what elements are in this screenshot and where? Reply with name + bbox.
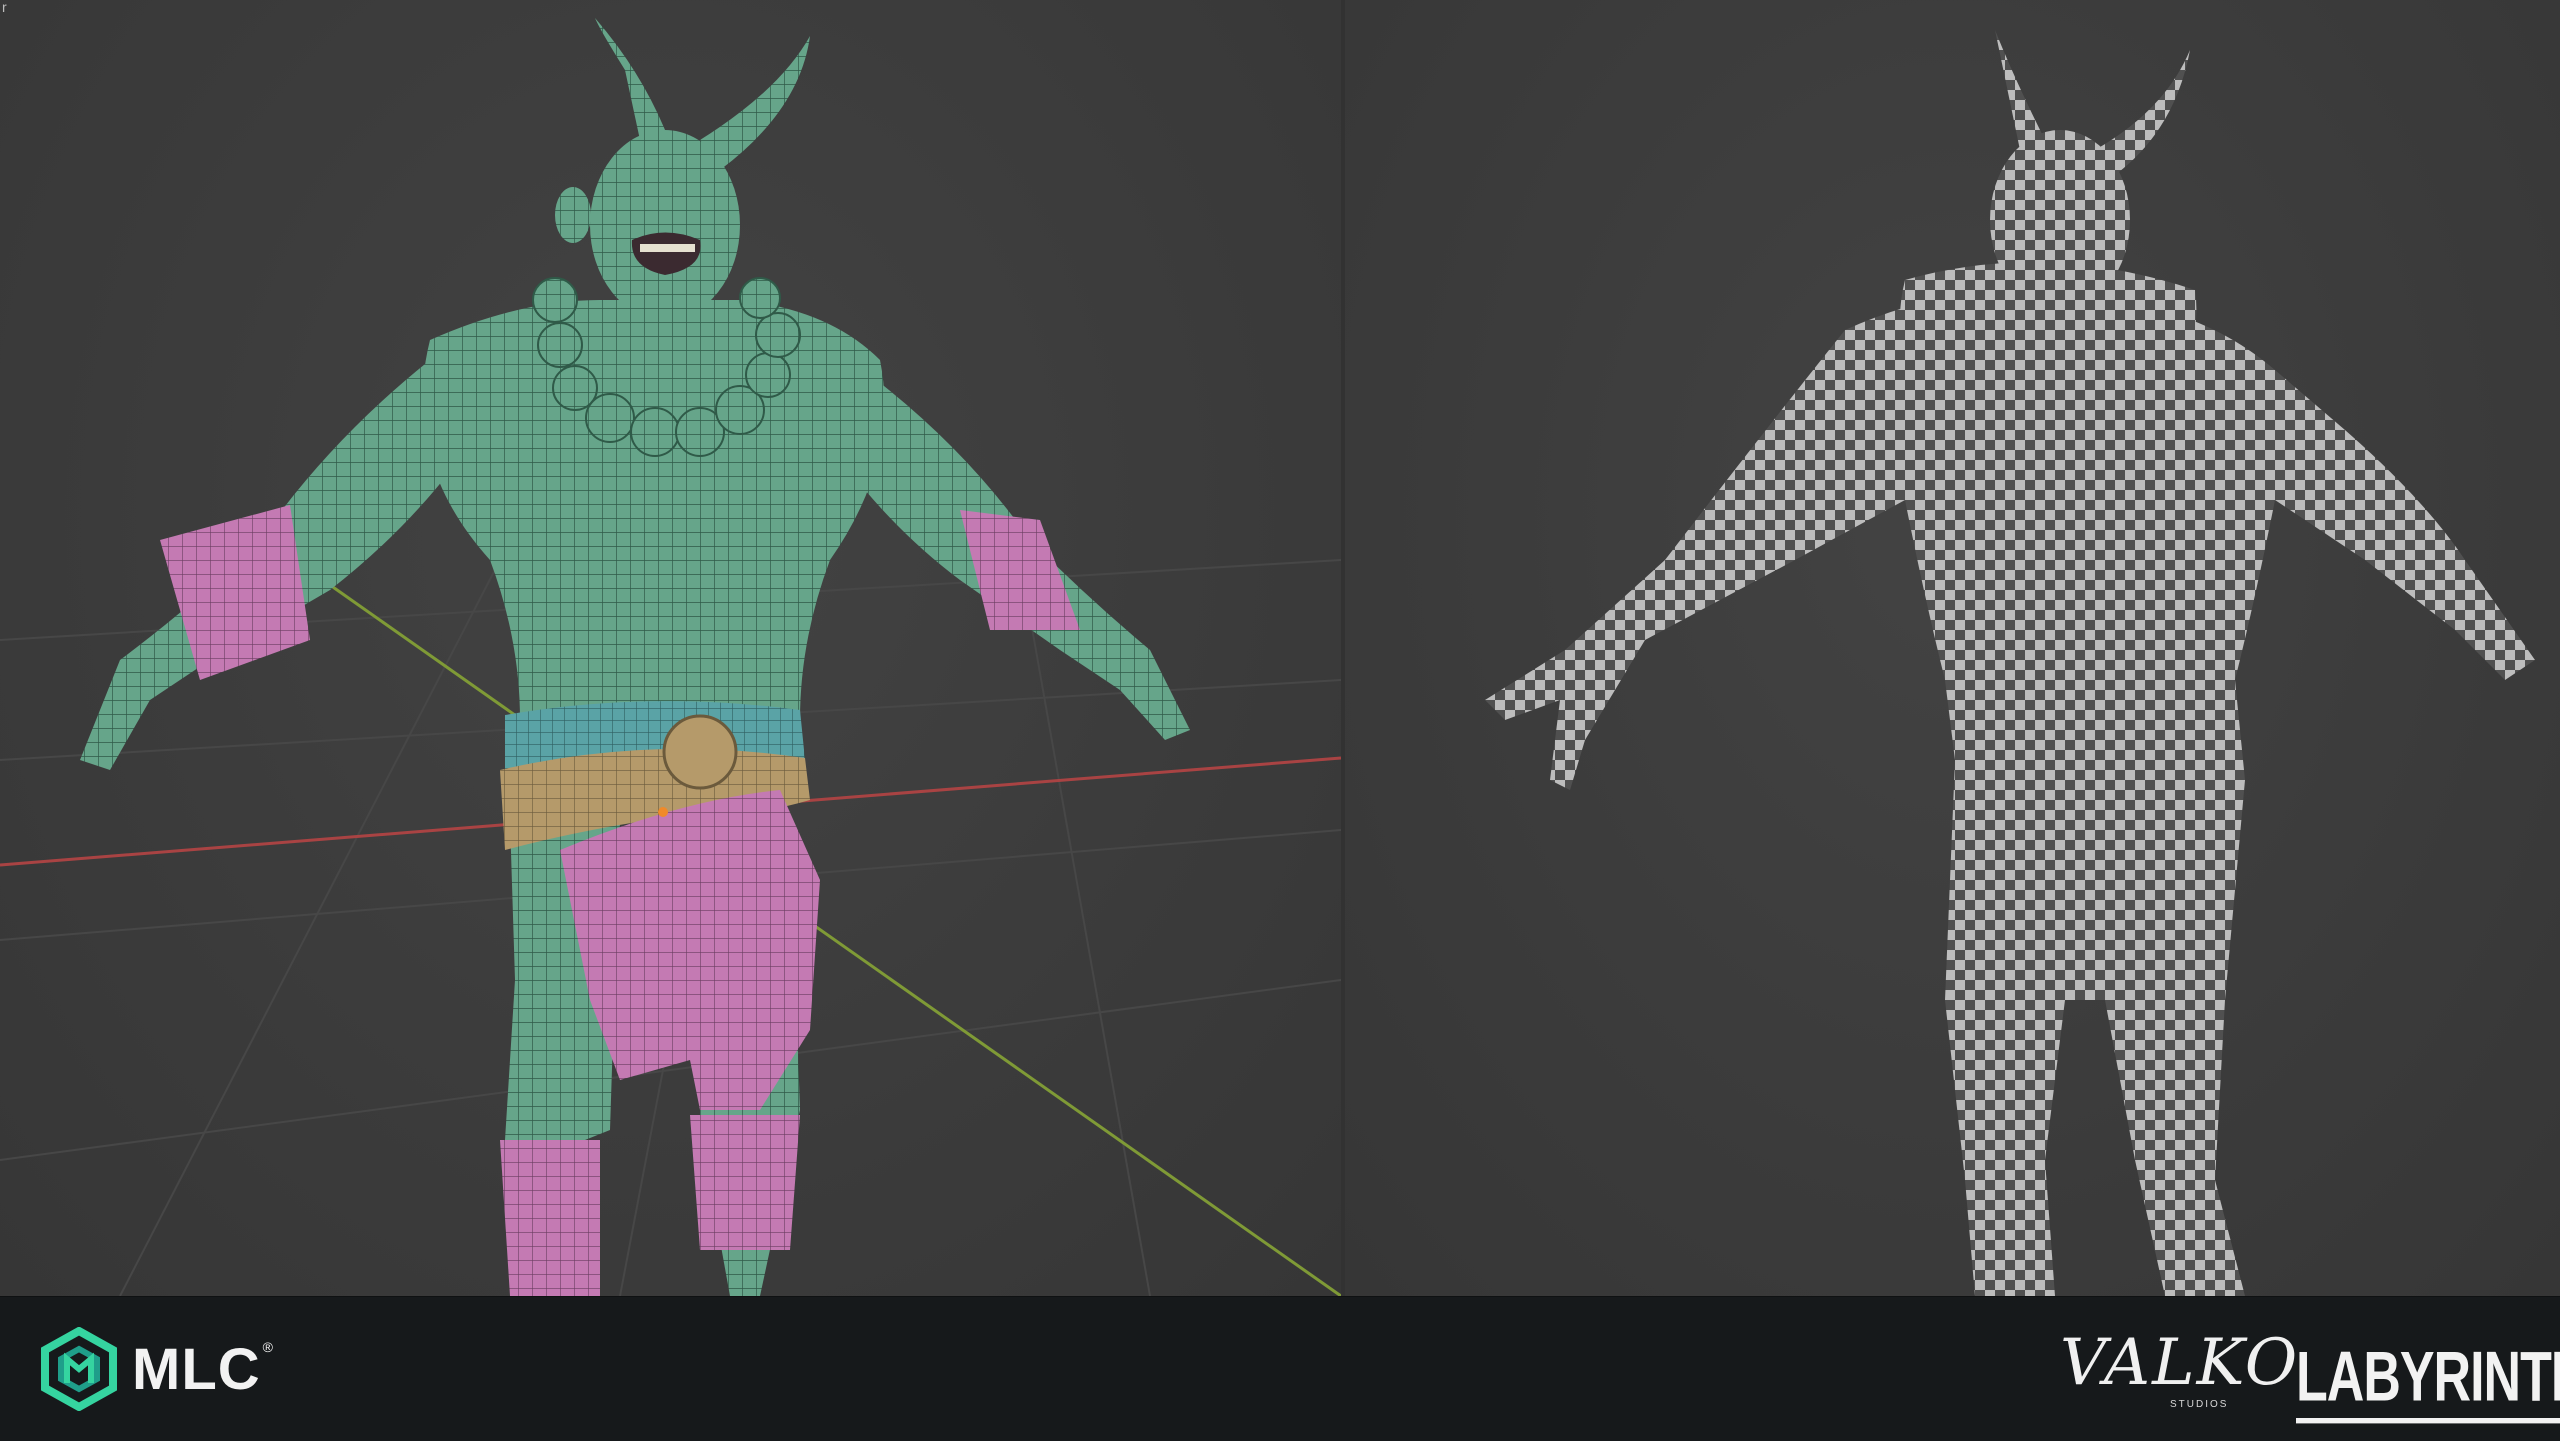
valko-logo[interactable]: VALKO STUDIOS xyxy=(2060,1327,2297,1413)
viewport-left-scene xyxy=(0,18,1341,1296)
axis-y-line xyxy=(329,583,1341,1296)
viewport-left[interactable]: r xyxy=(0,0,1341,1296)
mlc-label: MLC xyxy=(132,1336,261,1402)
viewport-right-scene xyxy=(1485,30,2535,1296)
character-model xyxy=(80,18,1190,1296)
mlc-logo[interactable]: MLC ® xyxy=(40,1327,273,1411)
labyrinthine-logo[interactable]: LABYRINTHINE xyxy=(2296,1337,2560,1424)
valko-sub-label: STUDIOS xyxy=(2170,1399,2229,1410)
mlc-registered-mark: ® xyxy=(262,1339,273,1355)
valko-label: VALKO xyxy=(2060,1326,2300,1400)
viewport-right[interactable] xyxy=(1345,0,2560,1296)
checker-character-model xyxy=(1485,30,2535,1296)
mlc-hexagon-icon xyxy=(41,1327,117,1411)
footer-bar: MLC ® VALKO STUDIOS LABYRINTHINE xyxy=(0,1296,2560,1441)
